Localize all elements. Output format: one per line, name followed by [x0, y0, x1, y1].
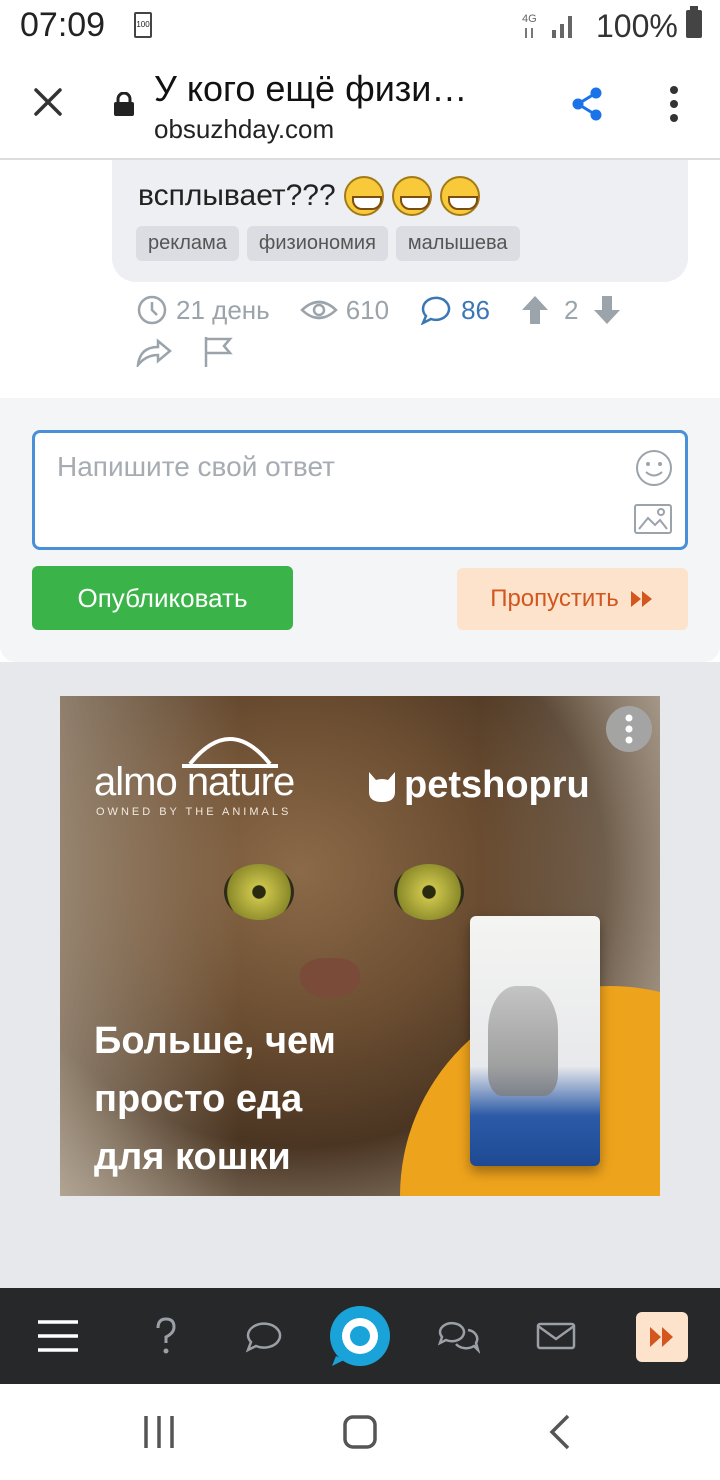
publish-button[interactable]: Опубликовать — [32, 566, 293, 630]
fast-forward-icon — [650, 1327, 673, 1347]
brand-almo: almo nature — [94, 760, 295, 804]
menu-icon[interactable] — [36, 1314, 80, 1358]
ad-menu-icon[interactable] — [606, 706, 652, 752]
vote-up-icon[interactable] — [520, 294, 550, 326]
post-comments-count[interactable]: 86 — [461, 295, 490, 326]
skip-button[interactable]: Пропустить — [457, 568, 688, 630]
comment-icon[interactable] — [242, 1314, 286, 1358]
battery-icon — [686, 6, 702, 38]
skip-nav-button[interactable] — [636, 1312, 688, 1362]
brand-petshop: petshopru — [404, 764, 590, 806]
battery-saver-icon: 100 — [134, 12, 152, 38]
post-actions — [136, 332, 236, 372]
tag[interactable]: реклама — [136, 226, 239, 261]
product-package — [470, 916, 600, 1166]
comment-icon — [420, 296, 451, 325]
lock-icon — [114, 92, 134, 116]
emoji-icon[interactable] — [635, 449, 673, 487]
home-icon[interactable] — [342, 1414, 378, 1450]
tag[interactable]: малышева — [395, 226, 520, 261]
brand-almo-tagline: OWNED BY THE ANIMALS — [96, 806, 292, 818]
tag[interactable]: физиономия — [246, 226, 388, 261]
post-text: всплывает??? — [138, 176, 480, 216]
page-title: У кого ещё физи… — [154, 68, 468, 109]
bottom-nav — [0, 1288, 720, 1384]
reply-placeholder: Напишите свой ответ — [57, 451, 335, 482]
reply-icon[interactable] — [136, 337, 172, 367]
fast-forward-icon — [630, 591, 652, 607]
recents-icon[interactable] — [142, 1414, 176, 1450]
post-text-content: всплывает??? — [138, 179, 336, 212]
post-views: 610 — [299, 294, 390, 326]
post-meta: 21 день 610 86 2 — [136, 290, 622, 330]
status-bar: 07:09 100 4G 100% — [0, 0, 720, 52]
vote-count: 2 — [564, 294, 579, 325]
cat-nose — [300, 958, 360, 998]
reply-form: Напишите свой ответ Опубликовать Пропуст… — [0, 398, 720, 662]
share-icon[interactable] — [570, 86, 604, 122]
product-cat-image — [488, 986, 558, 1096]
ad-headline-line: Больше, чем — [94, 1020, 336, 1062]
close-icon[interactable] — [28, 82, 68, 122]
reply-input[interactable]: Напишите свой ответ — [32, 430, 688, 550]
post-views-count: 610 — [345, 294, 390, 325]
ad-headline: Больше, чем просто еда для кошки — [94, 1012, 336, 1186]
browser-toolbar: У кого ещё физи… obsuzhday.com — [0, 52, 720, 160]
ad-banner[interactable]: almo nature OWNED BY THE ANIMALS petshop… — [60, 696, 660, 1196]
post-comments[interactable]: 86 — [419, 295, 490, 326]
post-age-text: 21 день — [176, 294, 270, 325]
back-icon[interactable] — [548, 1414, 572, 1450]
grin-emoji-icon — [391, 176, 432, 216]
cat-eye-left — [224, 864, 294, 920]
svg-text:4G: 4G — [522, 13, 537, 25]
signal-icon: 4G — [522, 13, 572, 38]
eye-icon — [299, 300, 338, 320]
post-bubble: всплывает??? реклама физиономия малышева — [112, 160, 688, 282]
ad-region: almo nature OWNED BY THE ANIMALS petshop… — [0, 662, 720, 1288]
vote-down-icon[interactable] — [592, 294, 622, 326]
skip-label: Пропустить — [490, 585, 619, 612]
flag-icon[interactable] — [202, 335, 236, 369]
question-icon[interactable] — [144, 1314, 188, 1358]
grin-emoji-icon — [439, 176, 480, 216]
grin-emoji-icon — [343, 176, 384, 216]
ad-headline-line: для кошки — [94, 1136, 291, 1178]
tag-list: реклама физиономия малышева — [136, 226, 520, 261]
cat-eye-right — [394, 864, 464, 920]
post-age: 21 день — [136, 294, 270, 326]
clock-icon — [137, 295, 167, 325]
mail-icon[interactable] — [534, 1314, 578, 1358]
chat-icon[interactable] — [436, 1314, 480, 1358]
status-time: 07:09 — [20, 6, 106, 44]
image-icon[interactable] — [633, 503, 673, 535]
ad-headline-line: просто еда — [94, 1078, 303, 1120]
post-card: всплывает??? реклама физиономия малышева… — [0, 160, 720, 398]
live-icon[interactable] — [328, 1304, 392, 1368]
page-url[interactable]: obsuzhday.com — [154, 114, 334, 145]
cat-logo-icon — [369, 772, 395, 802]
system-nav — [0, 1384, 720, 1480]
more-vert-icon[interactable] — [664, 84, 684, 124]
battery-percent: 100% — [596, 8, 678, 44]
